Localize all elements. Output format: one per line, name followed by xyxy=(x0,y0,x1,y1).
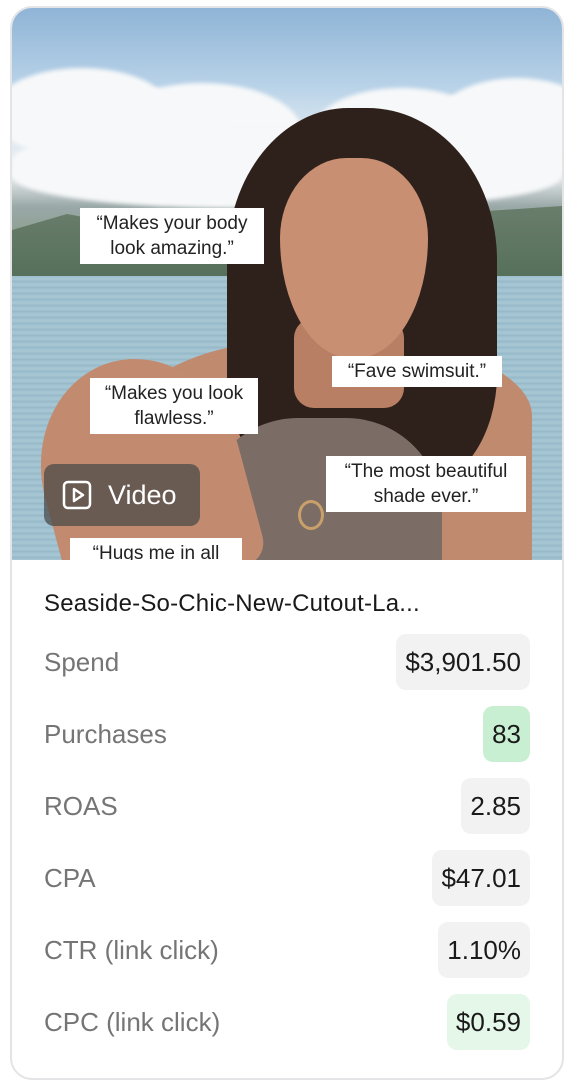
quote-caption: “The most beautiful shade ever.” xyxy=(326,456,526,512)
play-icon xyxy=(62,480,92,510)
video-badge[interactable]: Video xyxy=(44,464,200,526)
video-label: Video xyxy=(108,479,177,510)
metric-label: CPC (link click) xyxy=(44,1006,221,1037)
metric-label: CTR (link click) xyxy=(44,934,219,965)
ad-thumbnail[interactable]: “Makes your body look amazing.” “Fave sw… xyxy=(12,8,562,560)
metric-label: CPA xyxy=(44,862,96,893)
metric-row: CTR (link click) 1.10% xyxy=(44,922,530,978)
metric-value: $3,901.50 xyxy=(396,634,530,690)
metric-row: CPA $47.01 xyxy=(44,850,530,906)
quote-caption: “Makes you look flawless.” xyxy=(90,378,258,434)
metric-row: Purchases 83 xyxy=(44,706,530,762)
quote-caption: “Fave swimsuit.” xyxy=(332,356,502,387)
quote-caption: “Hugs me in all xyxy=(70,538,242,560)
metric-row: Spend $3,901.50 xyxy=(44,634,530,690)
metric-value: 83 xyxy=(483,706,530,762)
metric-value: 1.10% xyxy=(438,922,530,978)
metric-value: $47.01 xyxy=(432,850,530,906)
metric-label: Spend xyxy=(44,646,120,677)
swimsuit-ring xyxy=(298,500,324,530)
metric-row: ROAS 2.85 xyxy=(44,778,530,834)
metric-label: ROAS xyxy=(44,790,118,821)
metric-row: CPC (link click) $0.59 xyxy=(44,994,530,1050)
metric-label: Purchases xyxy=(44,718,167,749)
ad-card[interactable]: “Makes your body look amazing.” “Fave sw… xyxy=(10,6,564,1080)
metric-value: $0.59 xyxy=(446,994,530,1050)
metric-value: 2.85 xyxy=(461,778,530,834)
ad-title[interactable]: Seaside-So-Chic-New-Cutout-La... xyxy=(44,590,534,618)
quote-caption: “Makes your body look amazing.” xyxy=(80,208,264,264)
